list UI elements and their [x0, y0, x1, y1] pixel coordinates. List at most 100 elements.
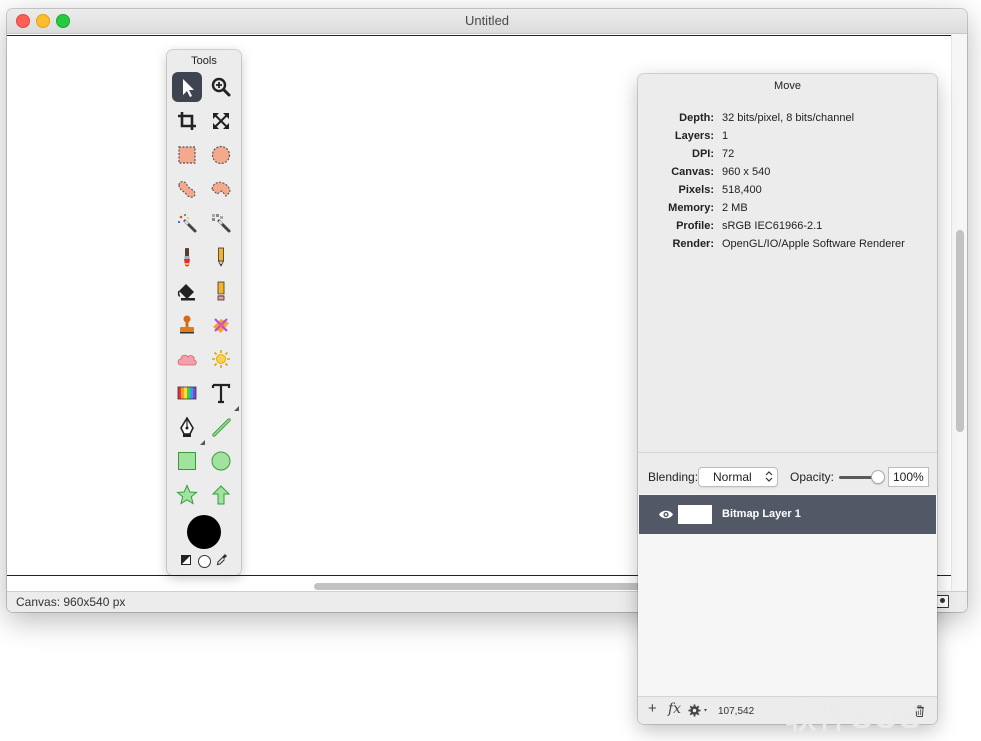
swap-colors-icon[interactable]	[181, 555, 191, 565]
layer-thumbnail	[678, 505, 712, 524]
zoom-tool-icon	[211, 77, 231, 97]
blending-mode-value: Normal	[713, 470, 752, 484]
info-label: Depth:	[679, 112, 714, 124]
clone-stamp-button[interactable]	[172, 310, 202, 340]
eraser-button[interactable]	[206, 276, 236, 306]
divider	[638, 452, 937, 453]
scale-tool-icon	[213, 113, 229, 129]
eraser-icon	[217, 281, 225, 301]
canvas-top-border	[7, 35, 952, 36]
blending-mode-select[interactable]: Normal	[698, 467, 778, 487]
gradient-button[interactable]	[172, 378, 202, 408]
pencil-button[interactable]	[206, 242, 236, 272]
tools-panel: Tools	[167, 50, 241, 575]
chevron-updown-icon	[765, 471, 773, 482]
info-row-pixels: Pixels: 518,400	[638, 184, 937, 202]
info-label: Profile:	[676, 220, 714, 232]
line-tool-button[interactable]	[206, 412, 236, 442]
cloud-shape-button[interactable]	[172, 344, 202, 374]
magic-wand-button[interactable]	[172, 208, 202, 238]
watermark-logo: 软件SOS	[785, 699, 922, 735]
star-shape-button[interactable]	[172, 480, 202, 510]
info-value: 1	[722, 130, 729, 142]
opacity-slider-thumb[interactable]	[871, 470, 885, 484]
ellipse-shape-button[interactable]	[206, 446, 236, 476]
paint-brush-button[interactable]	[172, 242, 202, 272]
paint-bucket-icon	[177, 284, 195, 301]
add-layer-button[interactable]: +	[648, 700, 657, 717]
move-tool-button[interactable]	[172, 72, 202, 102]
opacity-input[interactable]: 100%	[888, 467, 929, 487]
info-row-canvas: Canvas: 960 x 540	[638, 166, 937, 184]
lasso-select-icon	[178, 181, 196, 198]
eyedropper-icon[interactable]	[216, 553, 228, 566]
person-icon[interactable]	[936, 595, 949, 608]
effects-button[interactable]	[206, 344, 236, 374]
info-value: sRGB IEC61966-2.1	[722, 220, 823, 232]
arrow-shape-icon	[211, 485, 231, 505]
info-value: 32 bits/pixel, 8 bits/channel	[722, 112, 855, 124]
layers-list[interactable]: Bitmap Layer 1	[638, 494, 937, 696]
effects-icon	[212, 350, 230, 368]
zoom-tool-button[interactable]	[206, 72, 236, 102]
cloud-shape-icon	[177, 354, 197, 366]
more-tools-indicator	[234, 406, 239, 411]
ellipse-select-button[interactable]	[206, 140, 236, 170]
smudge-button[interactable]	[206, 310, 236, 340]
info-label: Canvas:	[671, 166, 714, 178]
lasso-select-button[interactable]	[172, 174, 202, 204]
pen-tool-icon	[180, 416, 194, 437]
tools-panel-title: Tools	[191, 55, 217, 67]
layer-row[interactable]: Bitmap Layer 1	[639, 495, 936, 534]
vertical-scrollbar[interactable]	[956, 230, 964, 432]
canvas-size-status: Canvas: 960x540 px	[16, 595, 126, 609]
rect-select-icon	[178, 146, 196, 164]
more-tools-indicator	[200, 440, 205, 445]
clone-stamp-icon	[180, 315, 194, 334]
background-color-swatch[interactable]	[198, 555, 211, 568]
info-value: 518,400	[722, 184, 762, 196]
crop-tool-icon	[178, 112, 196, 130]
foreground-color-swatch[interactable]	[187, 515, 221, 549]
rect-select-button[interactable]	[172, 140, 202, 170]
text-tool-icon	[211, 383, 231, 404]
zoom-window-button[interactable]	[56, 14, 70, 28]
info-row-layers: Layers: 1	[638, 130, 937, 148]
vertical-scrollbar-track[interactable]	[951, 34, 967, 598]
inspector-panel: Move Depth: 32 bits/pixel, 8 bits/channe…	[638, 74, 937, 724]
text-tool-button[interactable]	[206, 378, 239, 411]
info-row-dpi: DPI: 72	[638, 148, 937, 166]
pen-tool-button[interactable]	[172, 412, 205, 445]
opacity-label: Opacity:	[790, 470, 835, 484]
rectangle-shape-button[interactable]	[172, 446, 202, 476]
opacity-value: 100%	[893, 470, 924, 484]
gear-icon[interactable]	[688, 704, 710, 717]
arrow-shape-button[interactable]	[206, 480, 236, 510]
magic-wand-icon	[177, 213, 197, 233]
info-row-profile: Profile: sRGB IEC61966-2.1	[638, 220, 937, 238]
info-value: 960 x 540	[722, 166, 771, 178]
info-label: Render:	[672, 238, 714, 250]
horizontal-scrollbar[interactable]	[314, 583, 644, 590]
info-row-depth: Depth: 32 bits/pixel, 8 bits/channel	[638, 112, 937, 130]
info-row-memory: Memory: 2 MB	[638, 202, 937, 220]
scale-tool-button[interactable]	[206, 106, 236, 136]
inspector-title: Move	[774, 80, 801, 92]
info-label: DPI:	[692, 148, 714, 160]
title-bar[interactable]: Untitled	[7, 9, 967, 34]
color-select-icon	[212, 214, 231, 233]
info-label: Memory:	[668, 202, 714, 214]
info-value: 2 MB	[722, 202, 748, 214]
star-shape-icon	[176, 484, 198, 505]
eye-icon[interactable]	[658, 509, 674, 520]
paint-bucket-button[interactable]	[172, 276, 202, 306]
effects-button[interactable]: fx	[668, 701, 681, 717]
crop-tool-button[interactable]	[172, 106, 202, 136]
info-label: Layers:	[674, 130, 714, 142]
minimize-window-button[interactable]	[36, 14, 50, 28]
paint-brush-icon	[184, 248, 190, 267]
ellipse-shape-icon	[211, 451, 231, 471]
color-select-button[interactable]	[206, 208, 236, 238]
close-window-button[interactable]	[16, 14, 30, 28]
polygon-lasso-button[interactable]	[206, 174, 236, 204]
